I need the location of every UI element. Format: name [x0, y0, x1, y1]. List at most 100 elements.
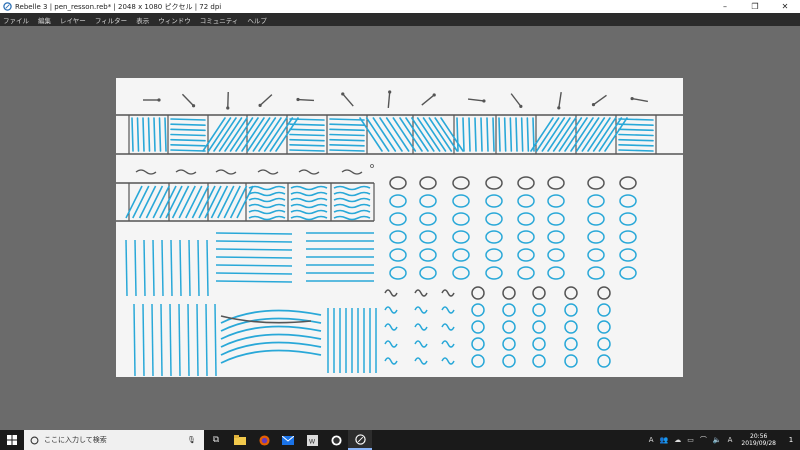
network-icon[interactable]: ⌒: [700, 435, 707, 445]
brush-stroke: [520, 117, 524, 152]
brush-stroke: [218, 117, 243, 152]
ime-mode-icon[interactable]: A: [728, 436, 733, 444]
wave-sample: [175, 169, 197, 175]
search-box[interactable]: ここに入力して検索 🎙: [24, 430, 204, 450]
loop-stroke: [587, 176, 605, 190]
mail-icon[interactable]: [276, 430, 300, 450]
brush-stroke: [365, 117, 390, 152]
menu-filter[interactable]: フィルター: [95, 15, 127, 25]
brush-stroke: [379, 117, 403, 152]
vertical-stroke: [161, 239, 164, 297]
loop-stroke: [564, 337, 578, 351]
loop-stroke: [564, 354, 578, 368]
loop-stroke: [564, 303, 578, 317]
task-view-icon[interactable]: ⧉: [204, 430, 228, 450]
loop-stroke: [389, 230, 407, 244]
vertical-stroke: [205, 303, 208, 377]
rebelle-taskbar-icon[interactable]: [348, 430, 372, 450]
menu-help[interactable]: ヘルプ: [247, 15, 267, 25]
painting-canvas[interactable]: [116, 78, 683, 377]
brush-stroke: [290, 215, 328, 221]
horizontal-stroke: [215, 280, 293, 283]
direction-arrow: [632, 97, 648, 103]
brush-stroke: [125, 185, 143, 219]
wave-sample: [135, 169, 157, 175]
loop-stroke: [619, 176, 637, 190]
loop-stroke: [587, 194, 605, 208]
loop-stroke: [485, 266, 503, 280]
firefox-icon[interactable]: [252, 430, 276, 450]
vertical-stroke: [152, 239, 155, 297]
file-explorer-icon[interactable]: [228, 430, 252, 450]
brush-stroke: [290, 185, 328, 191]
loop-stroke: [532, 286, 546, 300]
arrow-head: [482, 99, 486, 103]
title-bar: Rebelle 3 | pen_resson.reb* | 2048 x 108…: [0, 0, 800, 13]
taskbar: ここに入力して検索 🎙 ⧉ W A 👥 ☁ ▭ ⌒ 🔈 A 20:56 2019…: [0, 430, 800, 450]
wave-sample: [215, 169, 237, 175]
menu-edit[interactable]: 編集: [38, 15, 51, 25]
menu-file[interactable]: ファイル: [3, 15, 29, 25]
brush-stroke: [618, 138, 654, 142]
direction-arrow: [181, 93, 195, 107]
brush-stroke: [258, 117, 282, 152]
loop-stroke: [564, 286, 578, 300]
brush-stroke: [329, 123, 365, 126]
loop-stroke: [597, 320, 611, 334]
vertical-stroke: [143, 239, 146, 297]
curve-stroke: [220, 349, 322, 364]
brush-stroke: [535, 117, 560, 152]
arrow-head: [519, 104, 523, 108]
loop-stroke: [502, 354, 516, 368]
menu-community[interactable]: コミュニティ: [200, 15, 239, 25]
loop-stroke: [564, 320, 578, 334]
squiggle-stroke: [441, 340, 455, 348]
brush-stroke: [333, 209, 371, 215]
battery-icon[interactable]: ▭: [687, 436, 694, 444]
vertical-stroke: [178, 303, 181, 377]
volume-icon[interactable]: 🔈: [713, 436, 722, 444]
notification-center-icon[interactable]: 1: [782, 430, 800, 450]
menu-bar: ファイル 編集 レイヤー フィルター 表示 ウィンドウ コミュニティ ヘルプ: [0, 13, 800, 26]
brush-stroke: [241, 117, 265, 152]
loop-stroke: [532, 303, 546, 317]
canvas-artwork: [116, 90, 683, 377]
horizontal-stroke: [215, 232, 293, 235]
close-button[interactable]: ✕: [770, 0, 800, 13]
brush-stroke: [392, 117, 417, 152]
brush-stroke: [289, 118, 325, 121]
arrow-head: [388, 90, 392, 94]
brush-stroke: [618, 128, 654, 132]
direction-arrow: [510, 93, 522, 107]
loop-stroke: [419, 230, 437, 244]
menu-view[interactable]: 表示: [136, 15, 149, 25]
horizontal-stroke: [215, 256, 293, 259]
microphone-icon[interactable]: 🎙: [187, 436, 196, 444]
menu-window[interactable]: ウィンドウ: [158, 15, 191, 25]
whatsapp-icon[interactable]: [324, 430, 348, 450]
arrow-head: [226, 106, 230, 110]
clock-date: 2019/09/28: [741, 440, 776, 447]
word-icon[interactable]: W: [300, 430, 324, 450]
brush-stroke: [138, 185, 157, 219]
brush-stroke: [202, 117, 226, 152]
brush-stroke: [399, 117, 423, 152]
language-icon[interactable]: A: [649, 436, 654, 444]
cloud-icon[interactable]: ☁: [674, 436, 681, 444]
maximize-button[interactable]: ❐: [740, 0, 770, 13]
brush-stroke: [171, 185, 190, 219]
wave-sample: [298, 169, 320, 175]
loop-stroke: [452, 176, 470, 190]
loop-stroke: [597, 337, 611, 351]
minimize-button[interactable]: –: [710, 0, 740, 13]
start-button[interactable]: [0, 430, 24, 450]
brush-stroke: [185, 185, 203, 219]
loop-stroke: [517, 212, 535, 226]
clock[interactable]: 20:56 2019/09/28: [741, 433, 776, 447]
brush-stroke: [503, 117, 507, 152]
brush-stroke: [207, 117, 232, 152]
vertical-stroke: [197, 239, 200, 297]
people-icon[interactable]: 👥: [660, 436, 669, 444]
menu-layer[interactable]: レイヤー: [60, 15, 86, 25]
loop-stroke: [547, 266, 565, 280]
